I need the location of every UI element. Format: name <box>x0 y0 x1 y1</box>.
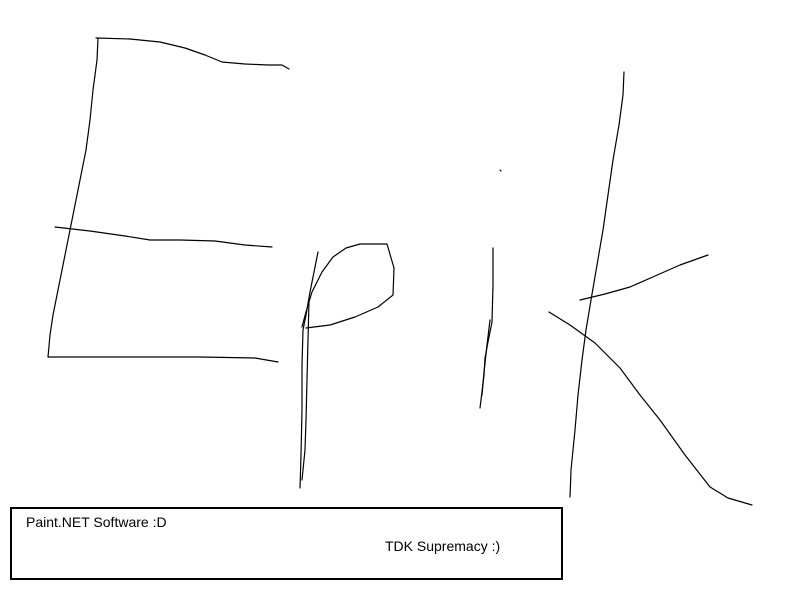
letter-i-stem <box>479 247 494 409</box>
letter-k-strokes <box>548 71 753 506</box>
letter-p-bowl <box>301 243 395 329</box>
letter-k-stem <box>569 71 625 498</box>
letter-k-arm <box>579 254 709 301</box>
letter-e-spine <box>47 37 99 358</box>
letter-i-strokes <box>479 169 502 409</box>
paint-canvas: Paint.NET Software :D TDK Supremacy :) <box>0 0 800 600</box>
letter-p-stem <box>299 251 319 489</box>
caption-software-text: Paint.NET Software :D <box>26 514 167 530</box>
caption-box: Paint.NET Software :D TDK Supremacy :) <box>10 507 563 580</box>
caption-supremacy-text: TDK Supremacy :) <box>385 538 501 554</box>
letter-e-top-bar <box>95 37 290 70</box>
letter-e-bottom-bar <box>47 356 279 363</box>
letter-k-leg <box>548 311 753 506</box>
letter-e-strokes <box>47 37 290 363</box>
letter-i-dot <box>499 169 502 172</box>
letter-e-middle-bar <box>54 226 273 248</box>
letter-p-strokes <box>299 243 395 489</box>
letter-i-stem-inner <box>481 319 491 396</box>
